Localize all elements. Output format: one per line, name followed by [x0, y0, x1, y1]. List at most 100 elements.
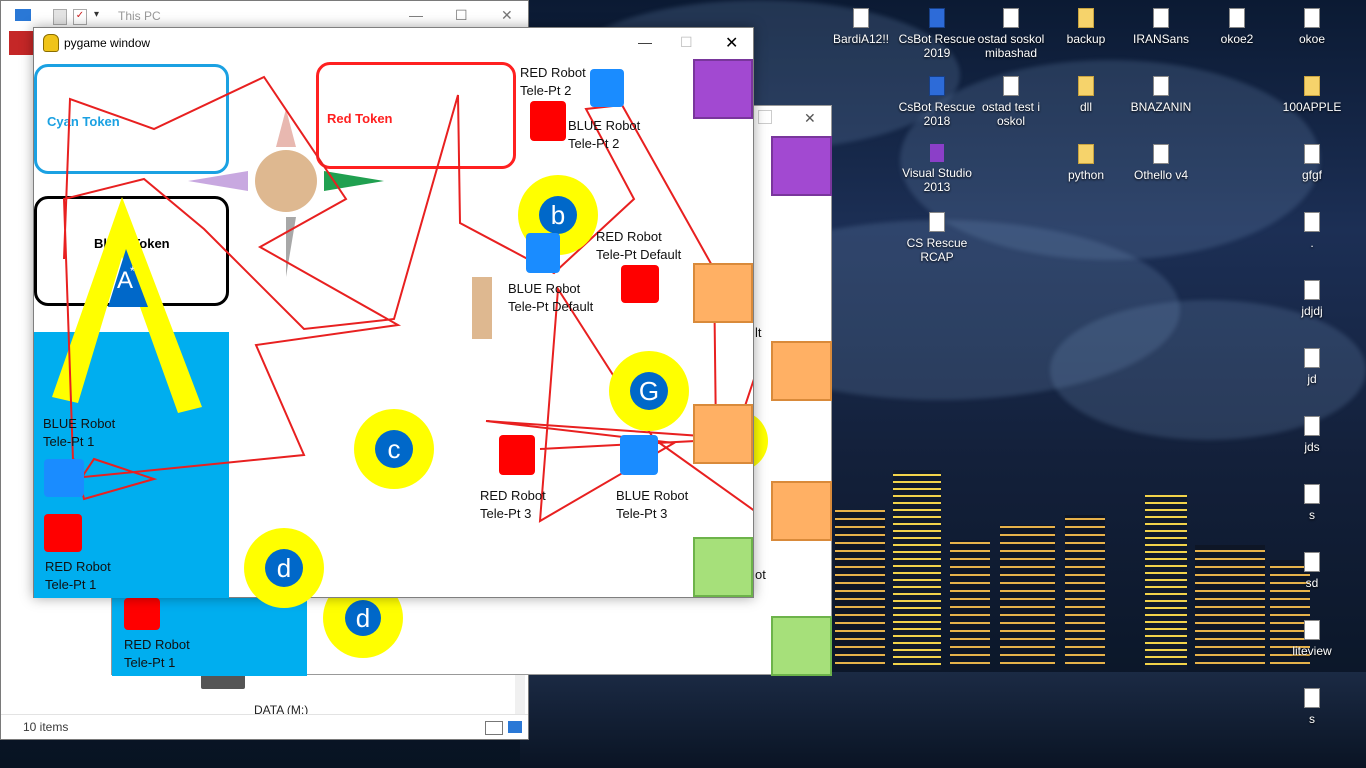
scrollbar[interactable] [515, 671, 525, 715]
desktop-icon-dll[interactable]: dll [1047, 76, 1125, 114]
partial-label: ot [755, 567, 766, 582]
building [835, 510, 885, 670]
maximize-button[interactable]: ☐ [455, 7, 468, 24]
orange-square [693, 263, 753, 323]
purple-square [693, 59, 753, 119]
tan-obstacle [472, 277, 492, 339]
file-icon [1153, 144, 1169, 164]
red-robot-tele-pt-default [621, 265, 659, 303]
tele-pt-label: Tele-Pt 3 [480, 506, 532, 521]
file-icon [1304, 348, 1320, 368]
file-icon [1304, 280, 1320, 300]
game-canvas[interactable]: Cyan Token Red Token Black Token A * [34, 59, 753, 608]
desktop-icon-python[interactable]: python [1047, 144, 1125, 182]
file-icon [1304, 212, 1320, 232]
desktop-icon-backup[interactable]: backup [1047, 8, 1125, 46]
building [1065, 515, 1105, 670]
circle-g-letter: G [630, 372, 668, 410]
folder-icon [1078, 144, 1094, 164]
blue-robot-label: BLUE Robot [508, 281, 581, 296]
desktop-icon-liteview[interactable]: liteview [1273, 620, 1351, 658]
font-file-icon [1153, 76, 1169, 96]
close-button[interactable]: ✕ [804, 110, 816, 127]
building [1145, 495, 1187, 670]
tele-pt-label: Tele-Pt 1 [124, 655, 176, 670]
red-robot-tele-pt-1 [44, 514, 82, 552]
desktop-icon-bnazanin[interactable]: BNAZANIN [1122, 76, 1200, 114]
desktop-icon-s2[interactable]: s [1273, 688, 1351, 726]
building [893, 470, 941, 670]
red-robot-label: RED Robot [480, 488, 546, 503]
a-star-asterisk: * [130, 264, 135, 278]
building [950, 540, 990, 670]
details-view-icon[interactable] [485, 721, 503, 735]
desktop-icon-iransans[interactable]: IRANSans [1122, 8, 1200, 46]
close-button[interactable]: ✕ [501, 7, 513, 24]
tele-pt-label: Tele-Pt 2 [568, 136, 620, 151]
desktop-icon-ostad-test[interactable]: ostad test i oskol [972, 76, 1050, 128]
circle-d-letter: d [345, 600, 381, 636]
desktop-icon-s[interactable]: s [1273, 484, 1351, 522]
desktop-icon-ostad-soskol[interactable]: ostad soskol mibashad [972, 8, 1050, 60]
tele-pt-label: Tele-Pt 1 [43, 434, 95, 449]
desktop-icon-othello[interactable]: Othello v4 [1122, 144, 1200, 182]
circle-c: c [354, 409, 434, 489]
desktop-icon-bardia12[interactable]: BardiA12!! [822, 8, 900, 46]
building [1000, 525, 1055, 670]
blue-robot-tele-pt-default [526, 233, 560, 273]
font-file-icon [1153, 8, 1169, 28]
minimize-button[interactable]: — [638, 34, 652, 50]
red-robot-label: RED Robot [520, 65, 586, 80]
blue-robot-tele-pt-1 [44, 459, 84, 497]
properties-icon[interactable] [53, 9, 67, 25]
item-count: 10 items [23, 720, 69, 734]
desktop-icon-csbot-2018[interactable]: CsBot Rescue 2018 [898, 76, 976, 128]
this-pc-icon [15, 9, 31, 21]
desktop-icon-sd[interactable]: sd [1273, 552, 1351, 590]
desktop-icon-gfgf[interactable]: gfgf [1273, 144, 1351, 182]
minimize-button[interactable]: — [409, 7, 423, 23]
desktop-icon-csbot-2019[interactable]: CsBot Rescue 2019 [898, 8, 976, 60]
compass-south-arrow [276, 217, 296, 277]
file-icon [1304, 144, 1320, 164]
chevron-down-icon[interactable]: ▾ [94, 9, 99, 20]
partial-label: lt [755, 325, 762, 340]
red-robot-label: RED Robot [596, 229, 662, 244]
water-reflection [520, 672, 1366, 768]
desktop-icon-jdjdj[interactable]: jdjdj [1273, 280, 1351, 318]
blue-robot-label: BLUE Robot [43, 416, 116, 431]
desktop-icon-jd[interactable]: jd [1273, 348, 1351, 386]
tele-pt-label: Tele-Pt 2 [520, 83, 572, 98]
desktop-icon-okoe2[interactable]: okoe2 [1198, 8, 1276, 46]
desktop-icon-dot[interactable]: . [1273, 212, 1351, 250]
orange-square [693, 404, 753, 464]
desktop-icon-100apple[interactable]: 100APPLE [1273, 76, 1351, 114]
tele-pt-label: Tele-Pt 3 [616, 506, 668, 521]
green-square [771, 616, 832, 676]
tele-pt-label: Tele-Pt 1 [45, 577, 97, 592]
desktop-icon-visual-studio[interactable]: Visual Studio 2013 [898, 144, 976, 194]
app-icon [929, 76, 945, 96]
pygame-titlebar[interactable]: pygame window — ☐ ✕ [34, 28, 753, 59]
explorer-statusbar: 10 items [1, 714, 528, 739]
orange-square [771, 481, 832, 541]
maximize-button[interactable]: ☐ [680, 34, 693, 51]
pygame-title: pygame window [64, 36, 151, 50]
desktop-icon-jds[interactable]: jds [1273, 416, 1351, 454]
python-icon [43, 34, 59, 52]
blue-robot-tele-pt-3 [620, 435, 658, 475]
desktop-icon-cs-rescue-rcap[interactable]: CS Rescue RCAP [898, 212, 976, 264]
maximize-button[interactable] [758, 110, 772, 124]
circle-c-letter: c [375, 430, 413, 468]
desktop-icon-okoe[interactable]: okoe [1273, 8, 1351, 46]
file-icon [1304, 620, 1320, 640]
close-button[interactable]: ✕ [725, 33, 738, 53]
file-icon [1003, 8, 1019, 28]
pygame-window: pygame window — ☐ ✕ Cyan Token Red Token… [33, 27, 754, 608]
circle-d-letter: d [265, 549, 303, 587]
compass-north-arrow [276, 109, 296, 147]
large-icons-view-icon[interactable] [508, 721, 522, 733]
red-robot-label: RED Robot [124, 637, 190, 652]
folder-icon [1078, 8, 1094, 28]
checkmark-icon[interactable]: ✓ [73, 9, 87, 25]
